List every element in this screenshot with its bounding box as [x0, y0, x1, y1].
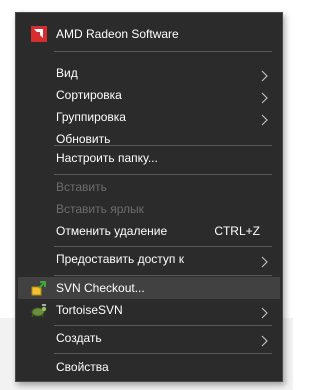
menu-item-svn-checkout[interactable]: SVN Checkout... — [18, 277, 280, 299]
menu-item-label: Отменить удаление — [56, 224, 168, 238]
menu-separator — [54, 174, 272, 175]
menu-item-shortcut: CTRL+Z — [214, 224, 260, 238]
chevron-right-icon — [258, 111, 270, 126]
menu-item-label: SVN Checkout... — [56, 281, 145, 295]
tortoisesvn-icon — [31, 302, 47, 318]
menu-item-label: Вставить ярлык — [56, 202, 144, 216]
chevron-right-icon — [258, 67, 270, 82]
menu-item-label: Свойства — [56, 360, 109, 374]
menu-item-label: Предоставить доступ к — [56, 252, 184, 266]
menu-separator — [54, 353, 272, 354]
menu-item-give-access[interactable]: Предоставить доступ к — [18, 248, 280, 270]
menu-item-label: Настроить папку... — [56, 151, 158, 165]
menu-item-view[interactable]: Вид — [18, 62, 280, 84]
menu-item-label: Вид — [56, 66, 78, 80]
amd-radeon-icon — [31, 26, 47, 42]
menu-separator — [54, 246, 272, 247]
menu-item-create[interactable]: Создать — [18, 327, 280, 349]
chevron-right-icon — [258, 304, 270, 319]
menu-item-label: Сортировка — [56, 88, 122, 102]
menu-item-label: TortoiseSVN — [56, 303, 123, 317]
desktop-background: AMD Radeon Software Вид Сортировка Групп… — [0, 0, 293, 390]
chevron-right-icon — [258, 332, 270, 347]
menu-separator — [54, 275, 272, 276]
menu-item-customize-folder[interactable]: Настроить папку... — [18, 147, 280, 169]
menu-item-sort[interactable]: Сортировка — [18, 84, 280, 106]
menu-item-properties[interactable]: Свойства — [18, 356, 280, 378]
menu-separator — [54, 51, 272, 52]
menu-item-undo-delete[interactable]: Отменить удаление CTRL+Z — [18, 220, 280, 242]
menu-item-tortoisesvn[interactable]: TortoiseSVN — [18, 299, 280, 321]
menu-item-label: AMD Radeon Software — [56, 27, 179, 41]
svn-checkout-icon — [31, 280, 47, 296]
menu-item-amd-radeon-software[interactable]: AMD Radeon Software — [18, 23, 280, 45]
chevron-right-icon — [258, 253, 270, 268]
menu-separator — [54, 145, 272, 146]
menu-item-label: Создать — [56, 331, 102, 345]
menu-item-paste-shortcut: Вставить ярлык — [18, 198, 280, 220]
menu-item-paste: Вставить — [18, 176, 280, 198]
menu-item-label: Вставить — [56, 180, 107, 194]
menu-item-label: Группировка — [56, 110, 126, 124]
menu-separator — [54, 325, 272, 326]
chevron-right-icon — [258, 89, 270, 104]
menu-item-group[interactable]: Группировка — [18, 106, 280, 128]
context-menu: AMD Radeon Software Вид Сортировка Групп… — [15, 12, 283, 382]
